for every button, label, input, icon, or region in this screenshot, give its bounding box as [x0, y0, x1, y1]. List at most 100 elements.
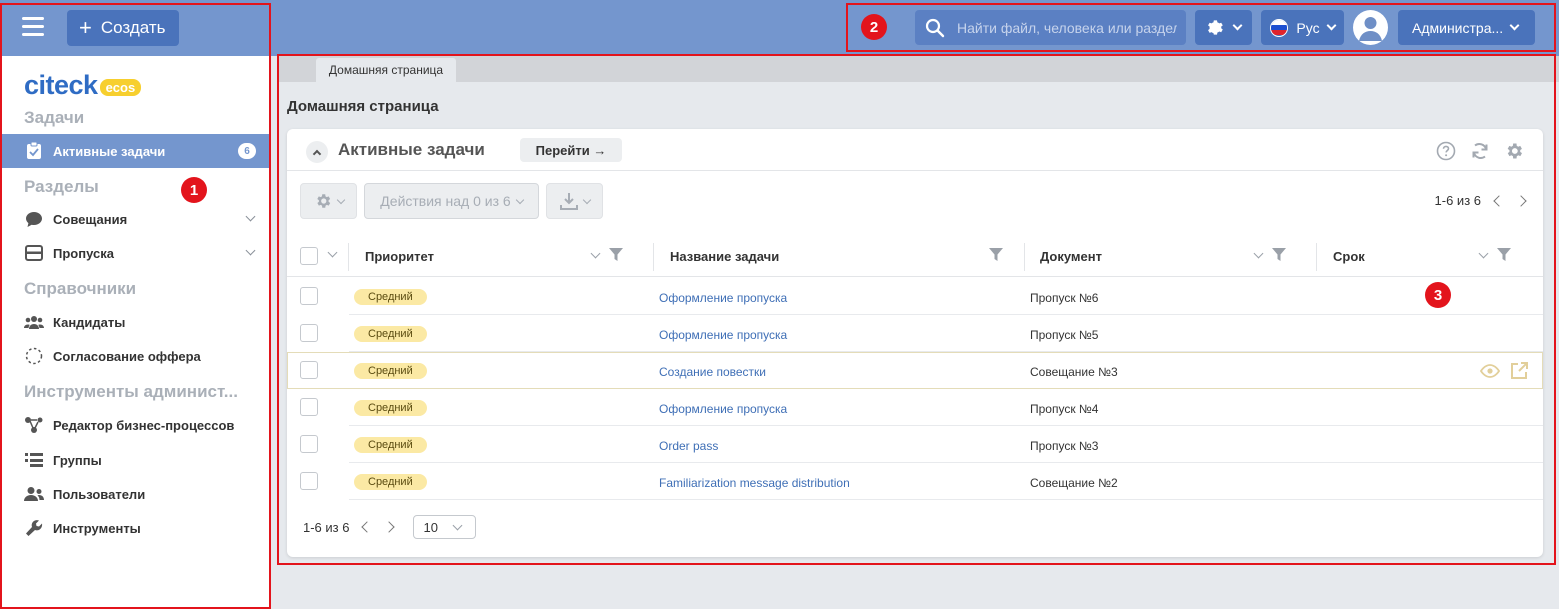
chevron-down-icon[interactable]	[590, 248, 601, 258]
sidebar-item-offer-approval[interactable]: Согласование оффера	[0, 339, 270, 373]
annotation-marker-1: 1	[181, 177, 207, 203]
next-page-icon[interactable]	[383, 521, 396, 533]
priority-badge: Средний	[354, 437, 427, 453]
group-actions-button[interactable]: Действия над 0 из 6	[364, 183, 539, 219]
eye-icon[interactable]	[1480, 362, 1500, 380]
deadline-column-controls	[1478, 248, 1511, 262]
sidebar-item-users[interactable]: Пользователи	[0, 477, 270, 511]
help-icon[interactable]	[1435, 140, 1457, 162]
task-column-controls	[989, 248, 1003, 262]
table-row[interactable]: Средний Order pass Пропуск №3	[287, 426, 1543, 463]
task-link[interactable]: Оформление пропуска	[659, 402, 787, 416]
sidebar-item-label: Согласование оффера	[53, 348, 201, 364]
filter-icon[interactable]	[1272, 248, 1286, 262]
users-icon	[24, 484, 44, 504]
pager-top: 1-6 из 6	[1434, 193, 1527, 208]
prev-page-icon[interactable]	[361, 521, 374, 533]
download-icon	[559, 193, 578, 210]
process-icon	[24, 415, 44, 435]
document-cell: Совещание №3	[1030, 365, 1118, 379]
menu-icon[interactable]	[22, 17, 44, 37]
filter-icon[interactable]	[989, 248, 1003, 262]
page-title: Домашняя страница	[287, 98, 439, 115]
task-link[interactable]: Order pass	[659, 439, 718, 453]
sidebar-item-passes[interactable]: Пропуска	[0, 236, 270, 270]
chevron-down-icon[interactable]	[327, 247, 338, 258]
row-checkbox[interactable]	[300, 435, 318, 453]
sidebar-item-bpm-editor[interactable]: Редактор бизнес-процессов	[0, 408, 270, 442]
sidebar-item-label: Совещания	[53, 211, 128, 227]
sidebar-item-active-tasks[interactable]: Активные задачи 6	[0, 134, 270, 168]
table-row[interactable]: Средний Оформление пропуска Пропуск №5	[287, 315, 1543, 352]
pager-range: 1-6 из 6	[303, 519, 350, 535]
avatar[interactable]	[1353, 10, 1388, 45]
tabs-bar	[277, 56, 1559, 82]
sidebar-item-label: Активные задачи	[53, 143, 166, 159]
download-button[interactable]	[546, 183, 603, 219]
search-input[interactable]	[957, 19, 1177, 36]
sidebar-item-label: Кандидаты	[53, 314, 126, 330]
priority-column-controls	[590, 248, 623, 262]
page-size-select[interactable]: 10	[413, 515, 477, 539]
table-row[interactable]: Средний Оформление пропуска Пропуск №4	[287, 389, 1543, 426]
sidebar-item-candidates[interactable]: Кандидаты	[0, 305, 270, 339]
priority-badge: Средний	[354, 363, 427, 379]
row-checkbox[interactable]	[300, 324, 318, 342]
document-cell: Пропуск №3	[1030, 439, 1099, 453]
chevron-down-icon	[582, 195, 591, 204]
table-settings-button[interactable]	[300, 183, 357, 219]
collapse-button[interactable]	[306, 141, 328, 163]
row-checkbox[interactable]	[300, 361, 318, 379]
table-row[interactable]: Средний Оформление пропуска Пропуск №6	[287, 278, 1543, 315]
sidebar-item-meetings[interactable]: Совещания	[0, 202, 270, 236]
column-header-deadline[interactable]: Срок	[1317, 235, 1365, 277]
people-icon	[24, 312, 44, 332]
column-header-priority[interactable]: Приоритет	[349, 235, 434, 277]
pager-range: 1-6 из 6	[1434, 193, 1481, 208]
select-all-checkbox[interactable]	[300, 247, 318, 265]
language-button[interactable]: Рус	[1261, 10, 1344, 45]
widget-title: Активные задачи	[338, 140, 485, 159]
chevron-down-icon[interactable]	[1478, 248, 1489, 258]
priority-badge: Средний	[354, 400, 427, 416]
task-link[interactable]: Оформление пропуска	[659, 328, 787, 342]
row-checkbox[interactable]	[300, 472, 318, 490]
next-page-icon[interactable]	[1515, 194, 1527, 207]
logo-badge: ecos	[99, 79, 142, 96]
row-checkbox[interactable]	[300, 398, 318, 416]
document-column-controls	[1253, 248, 1286, 262]
external-link-icon[interactable]	[1510, 362, 1528, 380]
chevron-down-icon[interactable]	[245, 245, 256, 256]
sidebar-item-tools[interactable]: Инструменты	[0, 511, 270, 545]
filter-icon[interactable]	[1497, 248, 1511, 262]
table-row[interactable]: Средний Familiarization message distribu…	[287, 463, 1543, 500]
goto-button[interactable]: Перейти →	[520, 138, 622, 162]
search-box[interactable]	[915, 10, 1186, 45]
plus-icon: +	[79, 15, 92, 40]
top-bar: + Создать Рус Администра...	[0, 0, 1559, 56]
filter-icon[interactable]	[609, 248, 623, 262]
chevron-down-icon	[515, 195, 524, 204]
sidebar-item-label: Пропуска	[53, 245, 114, 261]
chevron-down-icon	[1509, 20, 1520, 31]
column-header-task-name[interactable]: Название задачи	[654, 235, 779, 277]
user-menu-button[interactable]: Администра...	[1398, 10, 1535, 45]
row-checkbox[interactable]	[300, 287, 318, 305]
create-button[interactable]: + Создать	[67, 10, 179, 46]
groups-icon	[24, 450, 44, 470]
tab-home[interactable]: Домашняя страница	[316, 58, 456, 82]
refresh-icon[interactable]	[1469, 140, 1491, 162]
sidebar-item-groups[interactable]: Группы	[0, 443, 270, 477]
gear-icon[interactable]	[1503, 140, 1525, 162]
task-link[interactable]: Familiarization message distribution	[659, 476, 850, 490]
table-row-hovered[interactable]: Средний Создание повестки Совещание №3	[287, 352, 1543, 389]
settings-menu-button[interactable]	[1195, 10, 1252, 45]
search-icon	[925, 18, 945, 37]
chevron-down-icon[interactable]	[1253, 248, 1264, 258]
column-header-document[interactable]: Документ	[1024, 235, 1102, 277]
task-link[interactable]: Оформление пропуска	[659, 291, 787, 305]
task-link[interactable]: Создание повестки	[659, 365, 766, 379]
chevron-down-icon[interactable]	[245, 211, 256, 222]
prev-page-icon[interactable]	[1493, 194, 1505, 207]
russia-flag-icon	[1270, 18, 1289, 37]
